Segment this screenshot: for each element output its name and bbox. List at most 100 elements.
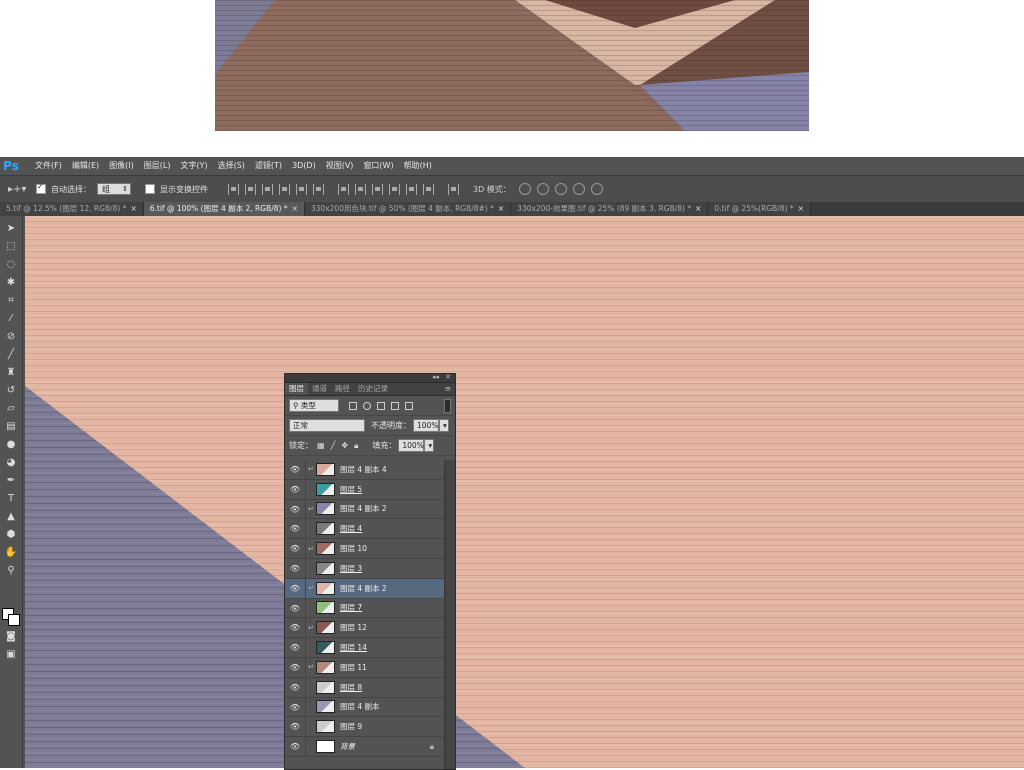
smart-object-filter-icon[interactable] bbox=[405, 401, 413, 410]
3d-orbit-icon[interactable] bbox=[518, 183, 531, 195]
healing-brush-tool-icon[interactable]: ⊘ bbox=[3, 330, 19, 344]
layer-row[interactable]: 👁︎ ↵ 图层 12 bbox=[285, 618, 444, 639]
align-bottom-icon[interactable] bbox=[262, 183, 273, 195]
close-icon[interactable]: ✕ bbox=[445, 373, 451, 381]
show-transform-checkbox[interactable] bbox=[145, 184, 155, 194]
layer-row[interactable]: 👁︎ 图层 4 副本 bbox=[285, 697, 444, 718]
visibility-eye-icon[interactable]: 👁︎ bbox=[285, 539, 306, 558]
layer-name[interactable]: 图层 10 bbox=[340, 543, 367, 554]
visibility-eye-icon[interactable]: 👁︎ bbox=[285, 598, 306, 618]
menu-filter[interactable]: 滤镜(T) bbox=[250, 157, 287, 175]
marquee-tool-icon[interactable]: ⬚ bbox=[3, 240, 19, 254]
layer-row[interactable]: 👁︎ ↵ 图层 4 副本 4 bbox=[285, 460, 444, 480]
close-icon[interactable]: × bbox=[130, 204, 136, 213]
layer-thumbnail[interactable] bbox=[316, 601, 335, 615]
close-icon[interactable]: × bbox=[292, 204, 298, 213]
menu-help[interactable]: 帮助(H) bbox=[399, 157, 437, 175]
adjustment-filter-icon[interactable] bbox=[363, 401, 371, 410]
layer-name[interactable]: 图层 8 bbox=[340, 682, 362, 693]
dodge-tool-icon[interactable]: ◕ bbox=[3, 456, 19, 470]
align-left-icon[interactable] bbox=[279, 183, 290, 195]
opacity-dropdown[interactable]: ▾ bbox=[439, 419, 449, 432]
distribute-vcenter-icon[interactable] bbox=[355, 183, 366, 195]
move-tool-icon[interactable]: ➤ bbox=[3, 222, 19, 236]
layer-thumbnail[interactable] bbox=[316, 720, 335, 734]
layer-name[interactable]: 图层 5 bbox=[340, 484, 362, 495]
magic-wand-tool-icon[interactable]: ✱ bbox=[3, 276, 19, 290]
pixel-filter-icon[interactable] bbox=[349, 401, 357, 410]
auto-select-dropdown[interactable]: 组 bbox=[97, 183, 131, 195]
menu-window[interactable]: 窗口(W) bbox=[358, 157, 398, 175]
layer-name[interactable]: 图层 7 bbox=[340, 602, 362, 613]
clone-stamp-tool-icon[interactable]: ♜ bbox=[3, 366, 19, 380]
visibility-eye-icon[interactable]: 👁︎ bbox=[285, 460, 306, 479]
layer-row[interactable]: 👁︎ 背景 🔒︎ bbox=[285, 737, 444, 757]
layer-row[interactable]: 👁︎ 图层 9 bbox=[285, 717, 444, 738]
history-brush-tool-icon[interactable]: ↺ bbox=[3, 384, 19, 398]
zoom-tool-icon[interactable]: ⚲ bbox=[3, 564, 19, 578]
3d-scale-icon[interactable] bbox=[590, 183, 603, 195]
layer-filter-kind[interactable]: ⚲ 类型 bbox=[289, 399, 339, 412]
align-top-icon[interactable] bbox=[228, 183, 239, 195]
visibility-eye-icon[interactable]: 👁︎ bbox=[285, 638, 306, 657]
layer-name[interactable]: 图层 4 副本 2 bbox=[340, 503, 387, 514]
visibility-eye-icon[interactable]: 👁︎ bbox=[285, 618, 306, 638]
tab-channels[interactable]: 通道 bbox=[308, 383, 331, 395]
layer-thumbnail[interactable] bbox=[316, 740, 335, 754]
layer-row[interactable]: 👁︎ 图层 4 bbox=[285, 519, 444, 540]
document-canvas[interactable] bbox=[25, 216, 1024, 768]
eyedropper-tool-icon[interactable]: ⁄ bbox=[3, 312, 19, 326]
menu-edit[interactable]: 编辑(E) bbox=[67, 157, 104, 175]
path-select-tool-icon[interactable]: ▲ bbox=[3, 510, 19, 524]
layer-name[interactable]: 图层 11 bbox=[340, 662, 367, 673]
3d-pan-icon[interactable] bbox=[554, 183, 567, 195]
layer-thumbnail[interactable] bbox=[316, 462, 335, 476]
doc-tab[interactable]: 330x200用色块.tif @ 50% (图层 4 副本, RGB/8#) *… bbox=[304, 202, 512, 216]
3d-slide-icon[interactable] bbox=[572, 183, 585, 195]
close-icon[interactable]: × bbox=[498, 204, 504, 213]
gradient-tool-icon[interactable]: ▤ bbox=[3, 420, 19, 434]
quick-mask-icon[interactable]: ◙ bbox=[3, 630, 19, 644]
layer-thumbnail[interactable] bbox=[316, 581, 335, 595]
visibility-eye-icon[interactable]: 👁︎ bbox=[285, 519, 306, 539]
layer-thumbnail[interactable] bbox=[316, 621, 335, 635]
layer-row[interactable]: 👁︎ 图层 3 bbox=[285, 558, 444, 579]
menu-type[interactable]: 文字(Y) bbox=[175, 157, 212, 175]
menu-layer[interactable]: 图层(L) bbox=[139, 157, 176, 175]
hand-tool-icon[interactable]: ✋ bbox=[3, 546, 19, 560]
layer-list-scrollbar[interactable] bbox=[444, 460, 455, 769]
panel-menu-icon[interactable]: ≡ bbox=[445, 383, 455, 395]
layer-name[interactable]: 图层 9 bbox=[340, 721, 362, 732]
visibility-eye-icon[interactable]: 👁︎ bbox=[285, 677, 306, 697]
collapse-icon[interactable]: ◂◂ bbox=[432, 373, 439, 381]
align-hcenter-icon[interactable] bbox=[296, 183, 307, 195]
crop-tool-icon[interactable]: ⌗ bbox=[3, 294, 19, 308]
layer-name[interactable]: 图层 3 bbox=[340, 563, 362, 574]
layer-name[interactable]: 图层 4 副本 bbox=[340, 701, 380, 712]
visibility-eye-icon[interactable]: 👁︎ bbox=[285, 499, 306, 519]
layer-row[interactable]: 👁︎ ↵ 图层 4 副本 2 bbox=[285, 578, 444, 599]
blur-tool-icon[interactable]: ● bbox=[3, 438, 19, 452]
layer-name[interactable]: 图层 12 bbox=[340, 622, 367, 633]
lock-pixels-icon[interactable]: ╱ bbox=[331, 441, 336, 451]
layer-row[interactable]: 👁︎ 图层 14 bbox=[285, 638, 444, 658]
layer-row[interactable]: 👁︎ ↵ 图层 10 bbox=[285, 539, 444, 559]
close-icon[interactable]: × bbox=[695, 204, 701, 213]
filter-toggle[interactable] bbox=[444, 398, 451, 413]
lock-all-icon[interactable]: 🔒︎ bbox=[354, 441, 358, 451]
distribute-left-icon[interactable] bbox=[389, 183, 400, 195]
doc-tab[interactable]: 5.tif @ 12.5% (图层 12, RGB/8) * × bbox=[0, 202, 144, 216]
close-icon[interactable]: × bbox=[798, 204, 804, 213]
layer-thumbnail[interactable] bbox=[316, 522, 335, 536]
pen-tool-icon[interactable]: ✒ bbox=[3, 474, 19, 488]
layer-row[interactable]: 👁︎ ↵ 图层 4 副本 2 bbox=[285, 499, 444, 520]
layer-thumbnail[interactable] bbox=[316, 502, 335, 516]
doc-tab[interactable]: 330x200-效果图.tif @ 25% (89 副本 3, RGB/8) *… bbox=[511, 202, 709, 216]
blend-mode-dropdown[interactable]: 正常 bbox=[289, 419, 365, 432]
lock-transparency-icon[interactable]: ▦ bbox=[317, 441, 325, 451]
tab-paths[interactable]: 路径 bbox=[331, 383, 354, 395]
distribute-right-icon[interactable] bbox=[423, 183, 434, 195]
doc-tab-active[interactable]: 6.tif @ 100% (图层 4 副本 2, RGB/8) * × bbox=[143, 202, 305, 216]
shape-filter-icon[interactable] bbox=[391, 401, 399, 410]
layer-name[interactable]: 图层 14 bbox=[340, 642, 367, 653]
